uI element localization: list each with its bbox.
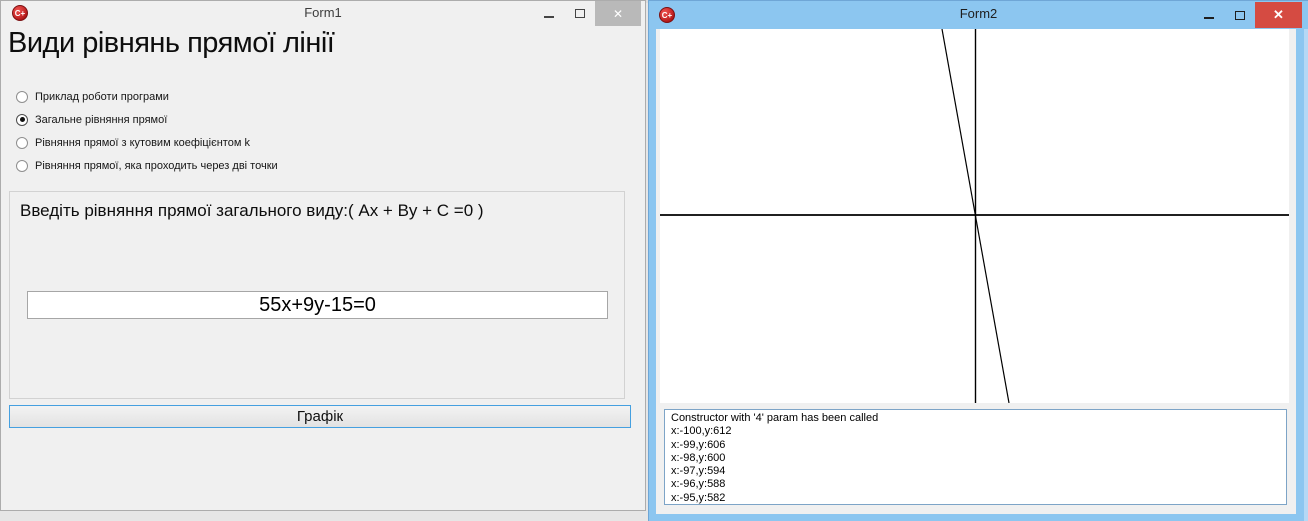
list-item[interactable]: x:-100,y:612 (671, 425, 1280, 438)
radio-label: Приклад роботи програми (35, 90, 169, 103)
equation-input[interactable] (27, 291, 608, 319)
maximize-icon (574, 9, 585, 18)
minimize-icon (1203, 17, 1214, 19)
form1-titlebar[interactable]: C+ Form1 ✕ (1, 1, 645, 26)
form1-maximize-button[interactable] (564, 1, 595, 26)
form2-maximize-button[interactable] (1224, 2, 1255, 28)
list-item[interactable]: x:-98,y:600 (671, 452, 1280, 465)
list-item[interactable]: x:-95,y:582 (671, 492, 1280, 504)
list-item[interactable]: x:-99,y:606 (671, 439, 1280, 452)
form1-window: C+ Form1 ✕ Види рівнянь прямої лінії При… (0, 0, 646, 511)
radio-button-icon (16, 136, 28, 149)
equation-prompt-label: Введіть рівняння прямої загального виду:… (20, 201, 484, 220)
form2-window: C+ Form2 ✕ Constructor with '4' param ha… (648, 0, 1308, 521)
list-item[interactable]: x:-97,y:594 (671, 465, 1280, 478)
radio-example-mode[interactable]: Приклад роботи програми (16, 89, 169, 104)
window-edge-highlight (1304, 29, 1308, 521)
form1-close-button[interactable]: ✕ (595, 1, 641, 26)
radio-button-icon (16, 90, 28, 103)
desktop: C+ Form1 ✕ Види рівнянь прямої лінії При… (0, 0, 1308, 521)
page-title: Види рівнянь прямої лінії (8, 27, 335, 59)
line-plot (660, 29, 1289, 403)
minimize-icon (543, 15, 554, 18)
maximize-icon (1234, 10, 1245, 20)
form2-titlebar[interactable]: C+ Form2 ✕ (649, 1, 1308, 29)
list-item[interactable]: x:-96,y:588 (671, 478, 1280, 491)
radio-label: Рівняння прямої з кутовим коефіцієнтом k (35, 136, 250, 149)
radio-button-icon (16, 159, 28, 172)
radio-general-equation[interactable]: Загальне рівняння прямої (16, 112, 167, 127)
form1-minimize-button[interactable] (533, 1, 564, 26)
radio-two-points-equation[interactable]: Рівняння прямої, яка проходить через дві… (16, 158, 278, 173)
close-icon: ✕ (1273, 7, 1284, 22)
radio-label: Загальне рівняння прямої (35, 113, 168, 126)
close-icon: ✕ (612, 6, 624, 21)
graph-button[interactable]: Графік (9, 405, 631, 428)
form2-minimize-button[interactable] (1193, 2, 1224, 28)
radio-button-icon (16, 113, 28, 126)
equation-input-panel: Введіть рівняння прямої загального виду:… (9, 191, 625, 399)
form2-client-area: Constructor with '4' param has been call… (656, 29, 1296, 514)
radio-slope-equation[interactable]: Рівняння прямої з кутовим коефіцієнтом k (16, 135, 250, 150)
coordinates-listbox[interactable]: Constructor with '4' param has been call… (664, 409, 1287, 505)
list-item[interactable]: Constructor with '4' param has been call… (671, 412, 1280, 425)
form2-close-button[interactable]: ✕ (1255, 2, 1302, 28)
graph-canvas (660, 29, 1289, 403)
radio-label: Рівняння прямої, яка проходить через дві… (35, 159, 278, 172)
